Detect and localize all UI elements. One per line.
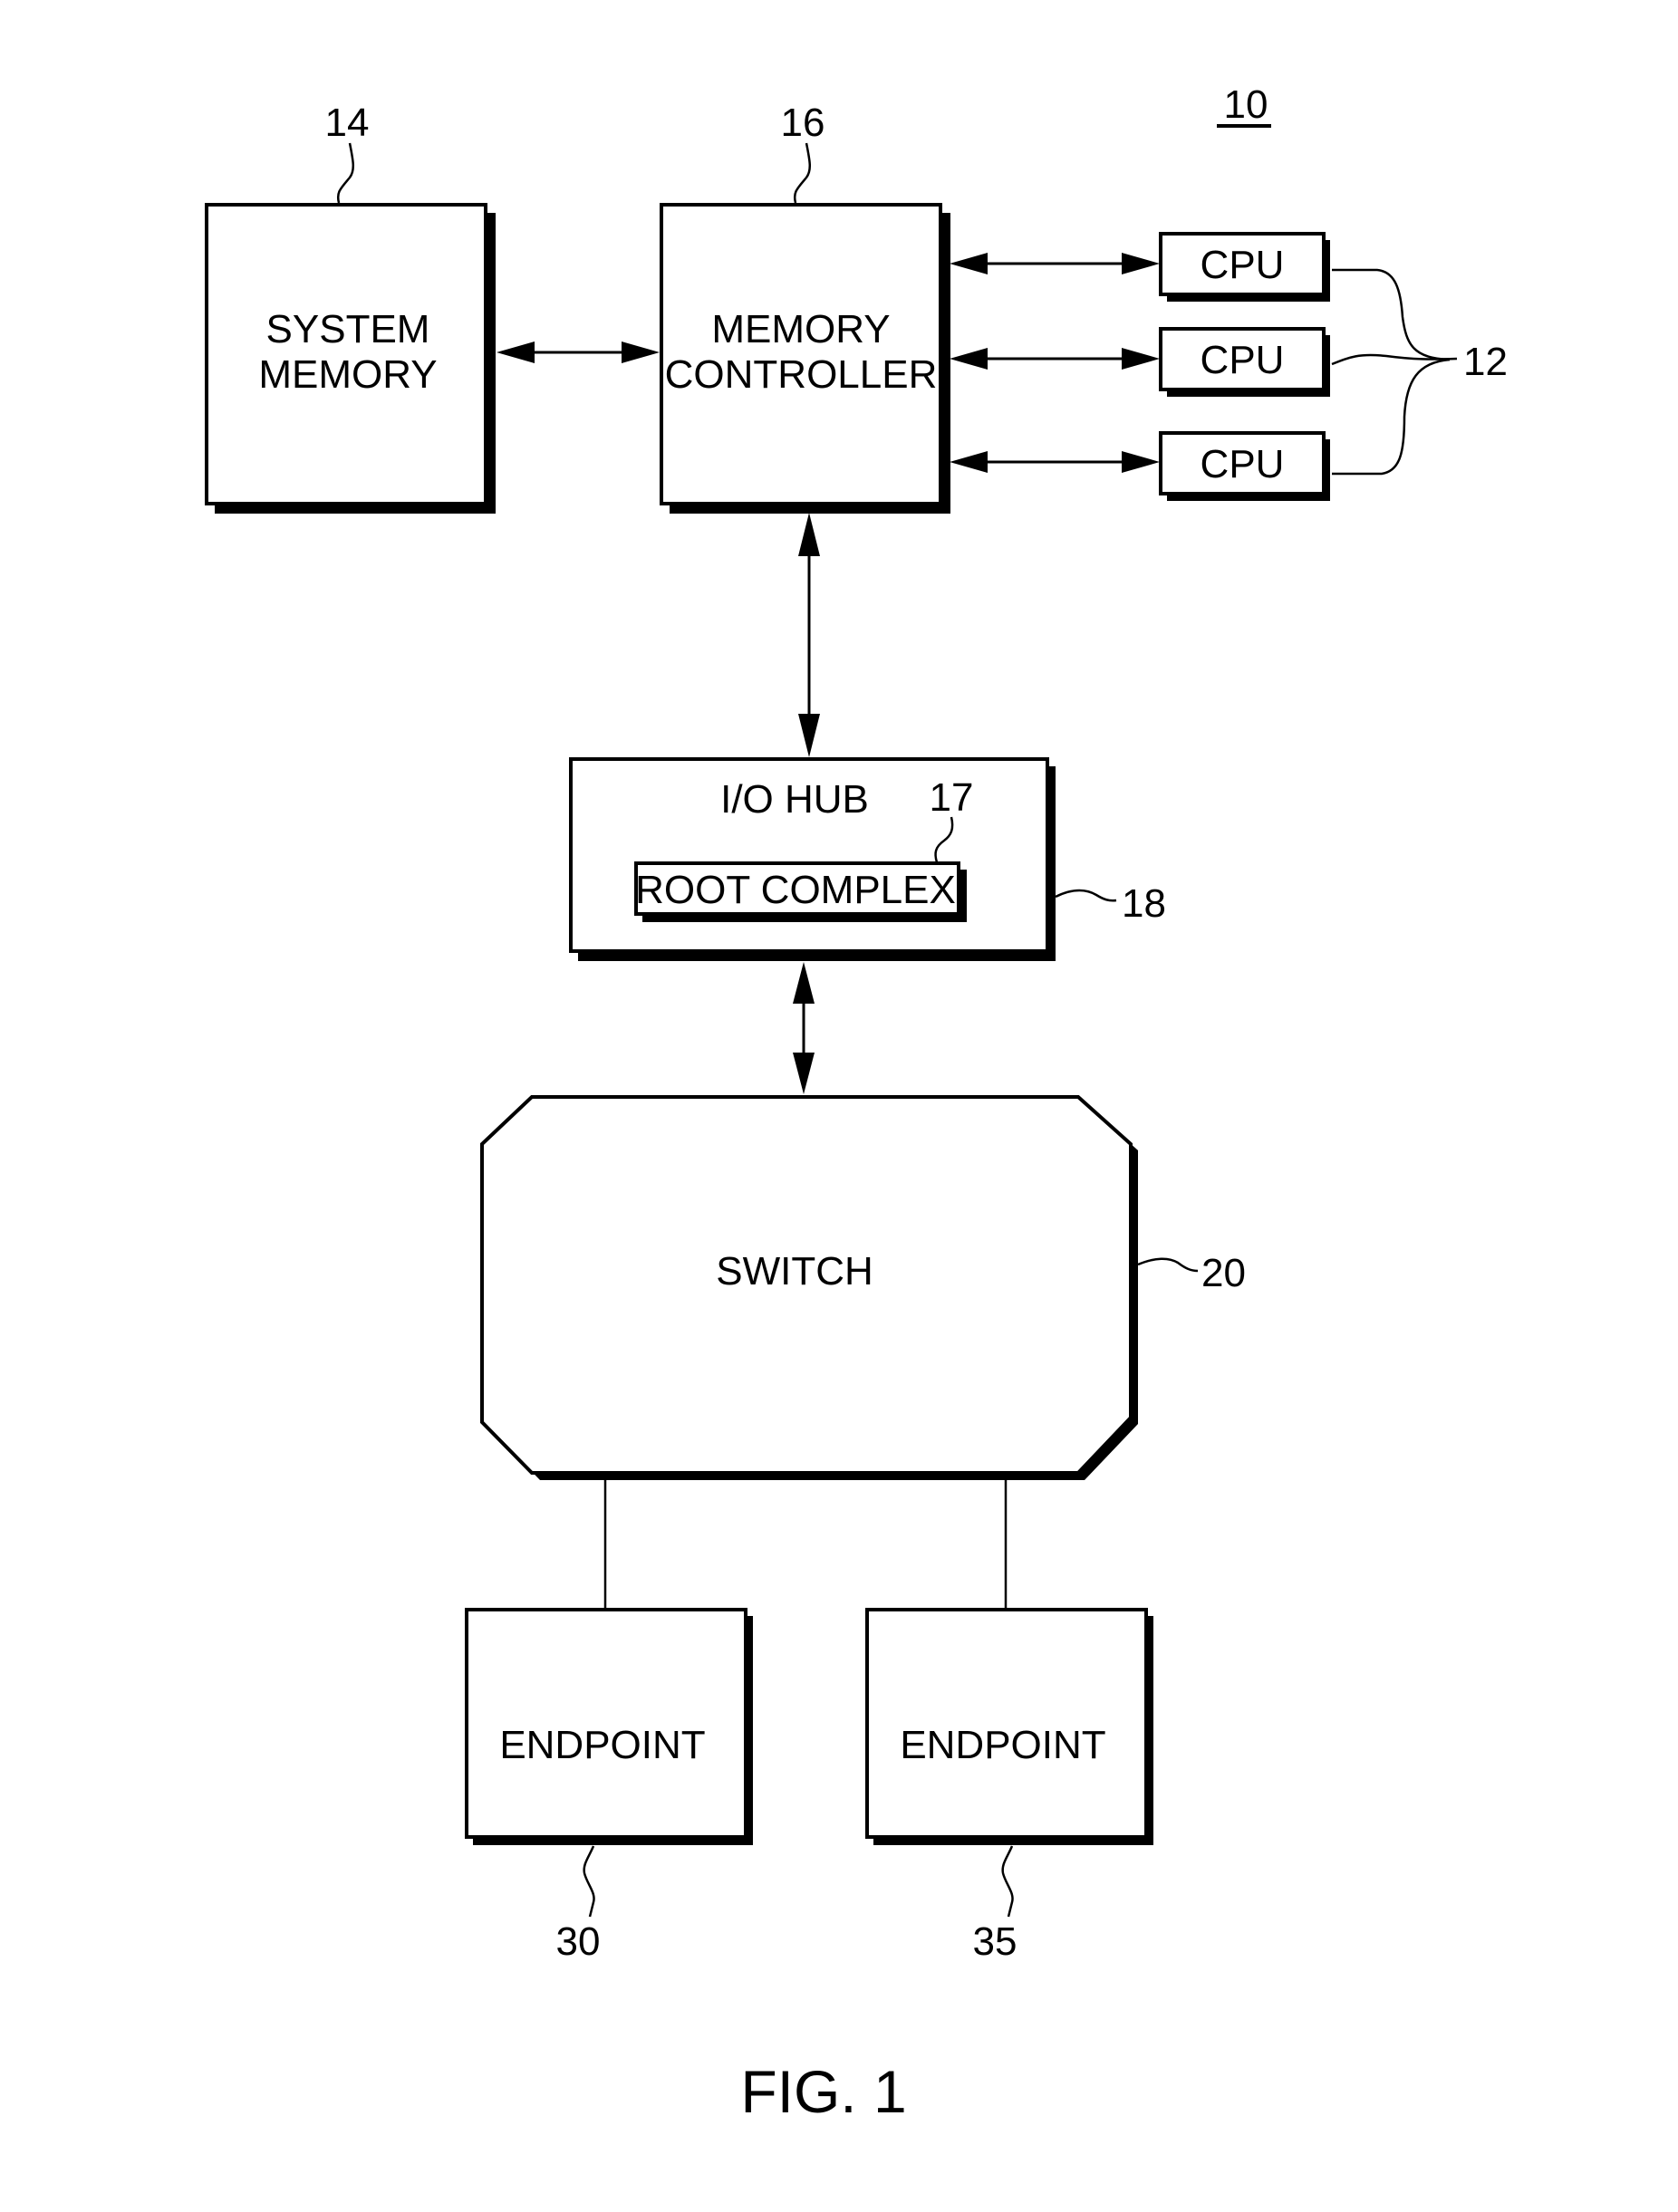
root-complex-label: ROOT COMPLEX [635, 868, 956, 912]
arrowhead-down [798, 714, 820, 757]
arrowhead-right [1122, 253, 1160, 274]
io-hub-block: I/O HUB [569, 757, 1056, 961]
memory-controller-ref-number: 16 [781, 101, 825, 145]
arrowhead-up [798, 513, 820, 556]
block-diagram: 10 SYSTEM MEMORY 14 MEMORY CONTROLLER 16… [205, 82, 1508, 2125]
root-complex-ref-number: 17 [930, 775, 974, 820]
memory-controller-leader [793, 142, 811, 204]
arrowhead-right [622, 341, 660, 363]
arrowhead-left [950, 348, 988, 370]
arrow-memctrl-cpu2 [950, 348, 1160, 370]
endpoint-35-ref: 35 [973, 1845, 1017, 1964]
io-hub-ref-number: 18 [1122, 881, 1166, 926]
endpoint-30-block: ENDPOINT [465, 1608, 753, 1845]
root-complex-block: ROOT COMPLEX [634, 861, 967, 922]
arrowhead-left [950, 451, 988, 473]
figure-ref: 10 [1217, 82, 1271, 128]
system-memory-label-line2: MEMORY [258, 352, 437, 397]
arrow-memctrl-cpu1 [950, 253, 1160, 274]
figure-caption: FIG. 1 [740, 2058, 906, 2125]
arrow-iohub-switch [793, 962, 815, 1094]
cpu-block-1: CPU [1159, 232, 1330, 302]
endpoint-30-ref-number: 30 [556, 1919, 601, 1964]
system-memory-ref: 14 [325, 101, 370, 204]
endpoint-35-ref-number: 35 [973, 1919, 1017, 1964]
endpoint-30-ref: 30 [556, 1845, 601, 1964]
switch-leader [1137, 1257, 1199, 1273]
arrow-memctrl-iohub [798, 513, 820, 757]
endpoint-35-block: ENDPOINT [865, 1608, 1153, 1845]
endpoint-35-leader [1001, 1845, 1014, 1918]
arrowhead-up [793, 962, 815, 1004]
switch-block: SWITCH [480, 1095, 1138, 1480]
arrow-memctrl-cpu3 [950, 451, 1160, 473]
arrowhead-right [1122, 348, 1160, 370]
system-memory-label-line1: SYSTEM [266, 307, 430, 351]
cpu-group-ref: 12 [1331, 268, 1508, 476]
io-hub-label: I/O HUB [720, 777, 869, 822]
arrowhead-down [793, 1053, 815, 1094]
switch-ref-number: 20 [1201, 1251, 1246, 1295]
cpu-bracket-middle [1331, 353, 1458, 366]
arrowhead-left [950, 253, 988, 274]
figure-ref-number: 10 [1224, 82, 1268, 127]
system-memory-ref-number: 14 [325, 101, 370, 145]
endpoint-30-label: ENDPOINT [499, 1723, 705, 1767]
switch-label: SWITCH [716, 1249, 873, 1294]
memory-controller-label-line1: MEMORY [711, 307, 890, 351]
io-hub-leader [1055, 889, 1117, 902]
memory-controller-ref: 16 [781, 101, 825, 204]
arrowhead-left [497, 341, 535, 363]
cpu-1-label: CPU [1201, 243, 1285, 287]
switch-ref: 20 [1137, 1251, 1246, 1295]
cpu-bracket-bottom [1332, 358, 1451, 476]
arrowhead-right [1122, 451, 1160, 473]
cpu-block-2: CPU [1159, 327, 1330, 397]
cpu-block-3: CPU [1159, 431, 1330, 501]
endpoint-35-label: ENDPOINT [900, 1723, 1105, 1767]
memory-controller-block: MEMORY CONTROLLER [660, 203, 950, 514]
arrow-sysmem-memctrl [497, 341, 660, 363]
cpu-bracket-top [1332, 268, 1451, 361]
io-hub-ref: 18 [1055, 881, 1166, 926]
system-memory-block: SYSTEM MEMORY [205, 203, 496, 514]
memory-controller-label-line2: CONTROLLER [665, 352, 938, 397]
cpu-3-label: CPU [1201, 442, 1285, 486]
cpu-2-label: CPU [1201, 338, 1285, 382]
endpoint-30-leader [583, 1845, 595, 1918]
cpu-group-ref-number: 12 [1463, 340, 1508, 384]
system-memory-leader [336, 142, 354, 204]
